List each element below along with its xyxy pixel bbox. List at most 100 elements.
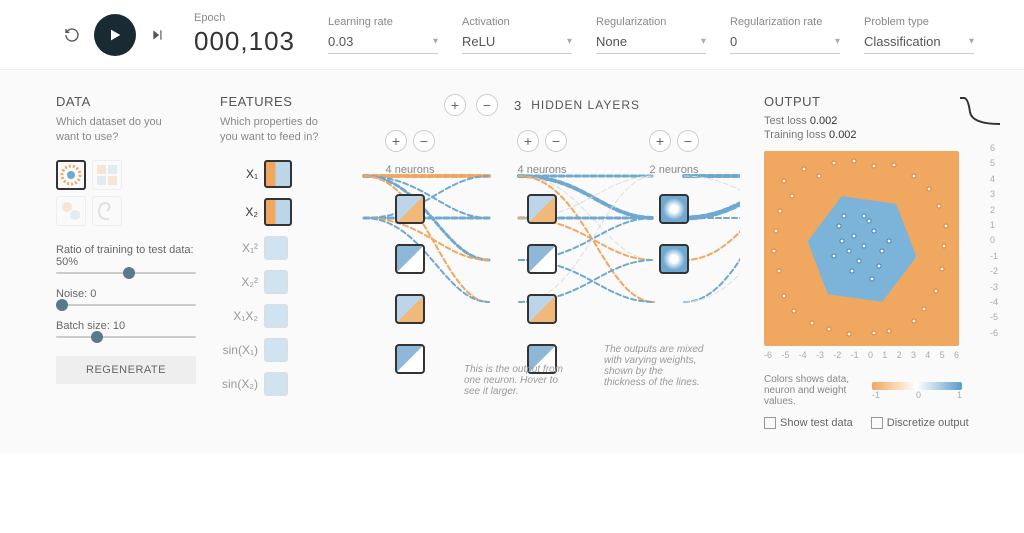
add-neuron-button[interactable]: + xyxy=(649,130,671,152)
output-panel: OUTPUT Test loss 0.002 Training loss 0.0… xyxy=(764,94,984,429)
output-title: OUTPUT xyxy=(764,94,984,109)
neuron[interactable] xyxy=(659,244,689,274)
neuron[interactable] xyxy=(395,244,425,274)
neuron[interactable] xyxy=(527,194,557,224)
add-neuron-button[interactable]: + xyxy=(385,130,407,152)
regenerate-button[interactable]: REGENERATE xyxy=(56,356,196,384)
noise-slider-block: Noise: 0 xyxy=(56,288,196,306)
add-neuron-button[interactable]: + xyxy=(517,130,539,152)
activation-dropdown[interactable]: ReLU▾ xyxy=(462,30,572,54)
regularization-rate-control: Regularization rate 0▾ xyxy=(730,16,840,54)
feature-4[interactable]: X₁X₂ xyxy=(220,304,320,328)
batch-label: Batch size: 10 xyxy=(56,320,196,332)
learning-rate-label: Learning rate xyxy=(328,16,438,28)
data-subtitle: Which dataset do you want to use? xyxy=(56,115,176,146)
output-plot[interactable] xyxy=(764,151,959,346)
feature-thumb-icon xyxy=(264,338,288,362)
layer-neuron-count: 2 neurons xyxy=(650,164,699,176)
weights-note: The outputs are mixed with varying weigh… xyxy=(604,344,704,388)
output-options: Show test data Discretize output xyxy=(764,417,984,429)
chevron-down-icon: ▾ xyxy=(969,36,974,47)
learning-rate-control: Learning rate 0.03▾ xyxy=(328,16,438,54)
neuron[interactable] xyxy=(527,294,557,324)
hidden-layers-title: HIDDEN LAYERS xyxy=(531,98,640,112)
hidden-layer-1: +− 4 neurons xyxy=(517,130,567,384)
color-legend: Colors shows data, neuron and weight val… xyxy=(764,374,984,407)
chevron-down-icon: ▾ xyxy=(433,36,438,47)
noise-slider[interactable] xyxy=(56,304,196,306)
problem-type-label: Problem type xyxy=(864,16,974,28)
hidden-layers-header: + − 3 HIDDEN LAYERS xyxy=(344,94,740,116)
regularization-dropdown[interactable]: None▾ xyxy=(596,30,706,54)
activation-control: Activation ReLU▾ xyxy=(462,16,572,54)
reset-icon[interactable] xyxy=(60,23,84,47)
problem-type-control: Problem type Classification▾ xyxy=(864,16,974,54)
neuron[interactable] xyxy=(527,244,557,274)
feature-label: X₂² xyxy=(220,275,258,289)
neuron[interactable] xyxy=(395,294,425,324)
neuron[interactable] xyxy=(659,194,689,224)
feature-6[interactable]: sin(X₂) xyxy=(220,372,320,396)
feature-label: X₁X₂ xyxy=(220,309,258,323)
batch-slider-block: Batch size: 10 xyxy=(56,320,196,338)
problem-type-dropdown[interactable]: Classification▾ xyxy=(864,30,974,54)
data-panel: DATA Which dataset do you want to use? R… xyxy=(56,94,196,429)
neuron[interactable] xyxy=(395,344,425,374)
neuron-note: This is the output from one neuron. Hove… xyxy=(464,364,564,397)
layer-neuron-count: 4 neurons xyxy=(386,164,435,176)
loss-curve-icon xyxy=(958,94,1002,126)
dataset-xor[interactable] xyxy=(92,160,122,190)
feature-label: X₂ xyxy=(220,205,258,219)
scatter-points xyxy=(764,151,959,346)
feature-1[interactable]: X₂ xyxy=(220,198,320,226)
feature-thumb-icon xyxy=(264,270,288,294)
feature-label: X₁² xyxy=(220,241,258,255)
feature-thumb-icon xyxy=(264,236,288,260)
main-area: DATA Which dataset do you want to use? R… xyxy=(0,70,1024,453)
dataset-gauss[interactable] xyxy=(56,196,86,226)
test-loss: Test loss 0.002 xyxy=(764,115,984,127)
feature-label: X₁ xyxy=(220,167,258,181)
hidden-layer-count: 3 xyxy=(514,98,521,113)
feature-label: sin(X₂) xyxy=(220,377,258,391)
batch-slider[interactable] xyxy=(56,336,196,338)
neuron[interactable] xyxy=(395,194,425,224)
layer-neuron-count: 4 neurons xyxy=(518,164,567,176)
activation-label: Activation xyxy=(462,16,572,28)
play-button[interactable] xyxy=(94,14,136,56)
step-icon[interactable] xyxy=(146,23,170,47)
remove-layer-button[interactable]: − xyxy=(476,94,498,116)
ratio-slider-block: Ratio of training to test data: 50% xyxy=(56,244,196,274)
topbar: Epoch 000,103 Learning rate 0.03▾ Activa… xyxy=(0,0,1024,70)
dataset-circle[interactable] xyxy=(56,160,86,190)
dataset-spiral[interactable] xyxy=(92,196,122,226)
chevron-down-icon: ▾ xyxy=(835,36,840,47)
add-layer-button[interactable]: + xyxy=(444,94,466,116)
discretize-checkbox[interactable]: Discretize output xyxy=(871,417,969,429)
features-panel: FEATURES Which properties do you want to… xyxy=(220,94,320,429)
feature-3[interactable]: X₂² xyxy=(220,270,320,294)
data-title: DATA xyxy=(56,94,196,109)
x-axis-ticks: -6-5-4-3-2-10123456 xyxy=(764,350,959,360)
chevron-down-icon: ▾ xyxy=(701,36,706,47)
remove-neuron-button[interactable]: − xyxy=(413,130,435,152)
hidden-layer-0: +− 4 neurons xyxy=(385,130,435,384)
regularization-rate-label: Regularization rate xyxy=(730,16,840,28)
show-test-checkbox[interactable]: Show test data xyxy=(764,417,853,429)
remove-neuron-button[interactable]: − xyxy=(545,130,567,152)
feature-2[interactable]: X₁² xyxy=(220,236,320,260)
feature-0[interactable]: X₁ xyxy=(220,160,320,188)
regularization-rate-dropdown[interactable]: 0▾ xyxy=(730,30,840,54)
remove-neuron-button[interactable]: − xyxy=(677,130,699,152)
regularization-label: Regularization xyxy=(596,16,706,28)
feature-5[interactable]: sin(X₁) xyxy=(220,338,320,362)
learning-rate-dropdown[interactable]: 0.03▾ xyxy=(328,30,438,54)
ratio-slider[interactable] xyxy=(56,272,196,274)
y-axis-ticks: 6543210-1-2-3-4-5-6 xyxy=(990,143,998,338)
epoch-label: Epoch xyxy=(194,12,304,24)
features-title: FEATURES xyxy=(220,94,320,109)
feature-thumb-icon xyxy=(264,160,292,188)
epoch-display: Epoch 000,103 xyxy=(194,12,304,57)
network-panel: + − 3 HIDDEN LAYERS xyxy=(344,94,740,429)
feature-thumb-icon xyxy=(264,304,288,328)
